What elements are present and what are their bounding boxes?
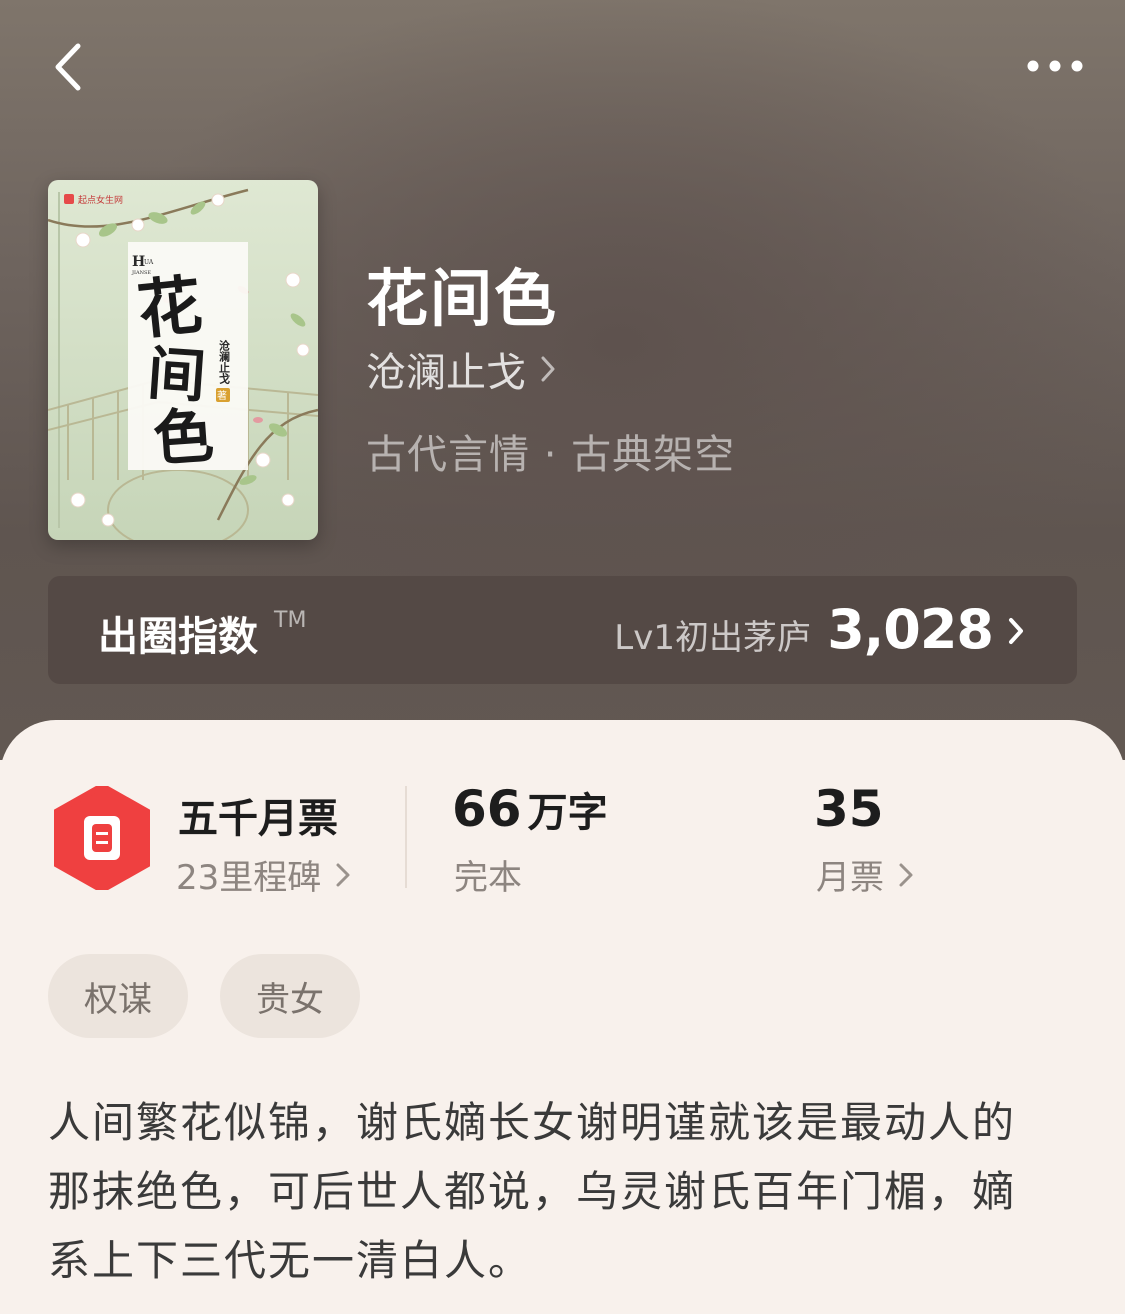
book-cover[interactable]: 起点女生网 H UA JIANSE 花 间 色 沧澜止戈 著 bbox=[48, 180, 318, 540]
tag-chip[interactable]: 贵女 bbox=[220, 954, 360, 1038]
cover-char-1: 花 bbox=[134, 268, 205, 349]
monthly-ticket-badge-icon bbox=[54, 786, 150, 890]
chevron-left-icon bbox=[55, 43, 81, 91]
monthly-votes-count: 35 bbox=[814, 780, 884, 838]
word-count-number: 66 bbox=[452, 780, 522, 838]
monthly-votes-link[interactable]: 月票 bbox=[816, 850, 914, 899]
index-label: 出圈指数 bbox=[98, 614, 258, 660]
chevron-right-icon bbox=[541, 356, 555, 382]
cover-char-3: 色 bbox=[151, 401, 216, 475]
completion-status: 完本 bbox=[454, 858, 522, 898]
milestone-link[interactable]: 23里程碑 bbox=[176, 850, 351, 899]
book-genre: 古代言情 · 古典架空 bbox=[366, 432, 736, 478]
cover-author: 沧澜止戈 bbox=[218, 339, 231, 385]
author-name: 沧澜止戈 bbox=[366, 350, 526, 396]
tag-chip[interactable]: 权谋 bbox=[48, 954, 188, 1038]
badge-title: 五千月票 bbox=[178, 796, 338, 842]
book-description[interactable]: 人间繁花似锦，谢氏嫡长女谢明谨就该是最动人的 那抹绝色，可后世人都说，乌灵谢氏百… bbox=[48, 1088, 1078, 1295]
chevron-right-icon bbox=[336, 863, 350, 886]
breakout-index-bar[interactable]: 出圈指数 TM Lv1初出茅庐 3,028 bbox=[48, 576, 1077, 684]
index-level: Lv1初出茅庐 bbox=[614, 618, 811, 658]
cover-pinyin-rest: UA bbox=[144, 259, 154, 266]
chevron-right-icon bbox=[899, 863, 913, 886]
description-line: 系上下三代无一清白人。 bbox=[48, 1236, 533, 1285]
more-button[interactable] bbox=[1005, 40, 1105, 96]
more-dots-icon bbox=[1027, 60, 1083, 72]
index-tm: TM bbox=[274, 608, 307, 633]
milestone-label: 23里程碑 bbox=[176, 858, 322, 898]
hero-header: 起点女生网 H UA JIANSE 花 间 色 沧澜止戈 著 花间色 沧澜止戈 … bbox=[0, 0, 1125, 760]
description-line: 那抹绝色，可后世人都说，乌灵谢氏百年门楣，嫡 bbox=[48, 1167, 1017, 1216]
back-button[interactable] bbox=[40, 32, 100, 102]
stats-divider bbox=[405, 786, 407, 888]
author-link[interactable]: 沧澜止戈 bbox=[366, 344, 558, 396]
book-cover-art: 起点女生网 H UA JIANSE 花 间 色 沧澜止戈 著 bbox=[48, 180, 318, 540]
book-title: 花间色 bbox=[366, 262, 559, 335]
cover-logo-text: 起点女生网 bbox=[78, 194, 123, 206]
description-line: 人间繁花似锦，谢氏嫡长女谢明谨就该是最动人的 bbox=[48, 1098, 1017, 1147]
cover-char-2: 间 bbox=[145, 339, 208, 411]
chevron-right-icon bbox=[1009, 618, 1023, 644]
cover-zhu: 著 bbox=[217, 389, 227, 402]
word-count: 66 万字 bbox=[452, 780, 608, 838]
monthly-votes-label: 月票 bbox=[816, 858, 884, 898]
index-score: 3,028 bbox=[827, 598, 994, 661]
word-count-unit: 万字 bbox=[527, 790, 608, 836]
